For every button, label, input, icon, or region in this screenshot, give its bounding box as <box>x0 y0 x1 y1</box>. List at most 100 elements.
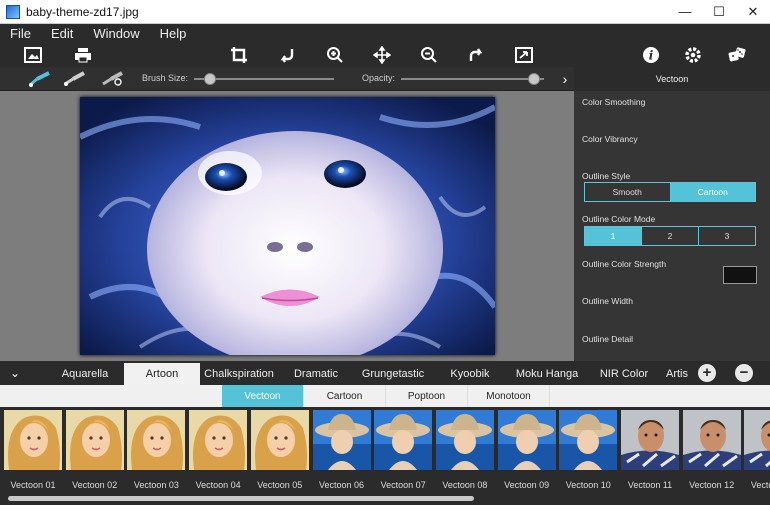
redo-icon[interactable] <box>465 44 487 66</box>
tab-artis[interactable]: Artis <box>662 363 692 385</box>
preset-label: Vectoon 06 <box>318 480 365 490</box>
chevron-down-icon[interactable]: ⌄ <box>0 361 30 385</box>
preset-label: Vectoon 09 <box>504 480 550 490</box>
outline-style-label: Outline Style <box>582 171 631 181</box>
dice-icon[interactable] <box>726 44 748 66</box>
preset-label: Vectoon 12 <box>689 480 735 490</box>
tab-chalkspiration[interactable]: Chalkspiration <box>200 363 278 385</box>
window-title: baby-theme-zd17.jpg <box>26 4 139 19</box>
preset-thumbnail[interactable] <box>189 410 248 470</box>
outline-color-mode-label: Outline Color Mode <box>582 214 656 224</box>
app-icon <box>6 4 20 19</box>
tab-nir-color[interactable]: NIR Color <box>586 363 662 385</box>
preset-thumbnail[interactable] <box>127 410 186 470</box>
outline-detail-label: Outline Detail <box>582 334 634 344</box>
color-smoothing-label: Color Smoothing <box>582 97 646 107</box>
tab-dramatic[interactable]: Dramatic <box>278 363 354 385</box>
image-panel-icon[interactable] <box>22 44 44 66</box>
outline-color-mode-1[interactable]: 1 <box>585 227 642 245</box>
zoom-out-icon[interactable] <box>418 44 440 66</box>
settings-icon[interactable] <box>682 44 704 66</box>
outline-color-swatch[interactable] <box>723 266 757 284</box>
preset-strip: Vectoon 01 Vectoon 02 Vectoon 03 Vectoon 04… <box>0 407 770 505</box>
opacity-label: Opacity: <box>362 73 396 83</box>
outline-width-slider[interactable] <box>586 306 758 318</box>
tab-aquarella[interactable]: Aquarella <box>46 363 124 385</box>
preset-label: Vectoon 13 <box>750 480 770 490</box>
outline-color-strength-label: Outline Color Strength <box>582 259 667 269</box>
brush-toolbar: Brush Size: Opacity: › <box>0 67 574 91</box>
opacity-slider[interactable] <box>401 73 544 85</box>
preset-thumbnail[interactable] <box>621 410 679 470</box>
preset-thumbnail[interactable] <box>250 410 309 470</box>
title-bar: baby-theme-zd17.jpg — ☐ ✕ <box>0 0 770 24</box>
undo-icon[interactable] <box>276 44 298 66</box>
style-tab-bar: ⌄ Aquarella Artoon Chalkspiration Dramat… <box>0 361 770 385</box>
panel-title: Vectoon <box>574 67 770 91</box>
preset-thumbnail[interactable] <box>559 410 618 470</box>
preset-thumbnail[interactable] <box>497 410 556 470</box>
outline-color-mode-3[interactable]: 3 <box>699 227 755 245</box>
brush-paint-icon[interactable] <box>27 70 53 88</box>
settings-panel: Color Smoothing Color Vibrancy Outline S… <box>574 91 770 361</box>
printer-icon[interactable] <box>72 44 94 66</box>
move-icon[interactable] <box>371 44 393 66</box>
info-icon[interactable]: i <box>640 44 662 66</box>
brush-erase-icon[interactable] <box>62 70 88 88</box>
edited-photo[interactable] <box>80 97 495 355</box>
preset-thumbnail[interactable] <box>312 410 371 470</box>
subtab-monotoon[interactable]: Monotoon <box>468 385 550 407</box>
preset-label: Vectoon 10 <box>565 480 611 490</box>
preset-thumbnail[interactable] <box>682 410 741 470</box>
chevron-right-icon[interactable]: › <box>558 70 572 88</box>
fit-screen-icon[interactable] <box>513 44 535 66</box>
outline-color-mode-2[interactable]: 2 <box>642 227 699 245</box>
subtab-cartoon[interactable]: Cartoon <box>304 385 386 407</box>
preset-thumbnail[interactable] <box>4 410 62 470</box>
preset-thumbnail[interactable] <box>744 410 770 470</box>
brush-reset-icon[interactable] <box>100 70 126 88</box>
menu-edit[interactable]: Edit <box>41 26 83 41</box>
horizontal-scrollbar[interactable] <box>8 496 474 501</box>
outline-style-smooth[interactable]: Smooth <box>585 183 671 201</box>
outline-detail-slider[interactable] <box>586 344 758 356</box>
subtab-vectoon[interactable]: Vectoon <box>222 385 304 407</box>
preset-label: Vectoon 01 <box>10 480 56 490</box>
preset-label: Vectoon 05 <box>257 480 303 490</box>
close-button[interactable]: ✕ <box>736 0 770 24</box>
svg-text:i: i <box>649 49 654 63</box>
preset-label: Vectoon 08 <box>442 480 488 490</box>
zoom-in-icon[interactable] <box>324 44 346 66</box>
brush-size-label: Brush Size: <box>142 73 189 83</box>
crop-icon[interactable] <box>228 44 250 66</box>
color-smoothing-slider[interactable] <box>586 107 758 119</box>
preset-thumbnail[interactable] <box>65 410 124 470</box>
brush-size-slider[interactable] <box>194 73 334 85</box>
preset-thumbnail[interactable] <box>374 410 433 470</box>
subtab-poptoon[interactable]: Poptoon <box>386 385 468 407</box>
menu-window[interactable]: Window <box>83 26 149 41</box>
add-preset-button[interactable]: + <box>698 364 716 382</box>
outline-color-mode-selector: 1 2 3 <box>584 226 756 246</box>
preset-label: Vectoon 07 <box>380 480 426 490</box>
outline-style-selector: Smooth Cartoon <box>584 182 756 202</box>
tab-artoon[interactable]: Artoon <box>124 363 200 385</box>
canvas-area[interactable] <box>0 91 574 361</box>
remove-preset-button[interactable]: − <box>735 364 753 382</box>
color-vibrancy-slider[interactable] <box>586 144 758 156</box>
minimize-button[interactable]: — <box>668 0 702 24</box>
sub-tab-bar: Vectoon Cartoon Poptoon Monotoon <box>0 385 770 407</box>
maximize-button[interactable]: ☐ <box>702 0 736 24</box>
preset-label: Vectoon 03 <box>133 480 179 490</box>
preset-label: Vectoon 02 <box>72 480 118 490</box>
preset-thumbnail[interactable] <box>435 410 494 470</box>
outline-width-label: Outline Width <box>582 296 634 306</box>
menu-file[interactable]: File <box>0 26 41 41</box>
tab-moku-hanga[interactable]: Moku Hanga <box>508 363 586 385</box>
tab-kyoobik[interactable]: Kyoobik <box>432 363 508 385</box>
outline-style-cartoon[interactable]: Cartoon <box>670 183 755 201</box>
tab-grungetastic[interactable]: Grungetastic <box>354 363 432 385</box>
preset-label: Vectoon 11 <box>627 480 673 490</box>
menu-help[interactable]: Help <box>150 26 197 41</box>
outline-color-strength-slider[interactable] <box>586 269 716 281</box>
